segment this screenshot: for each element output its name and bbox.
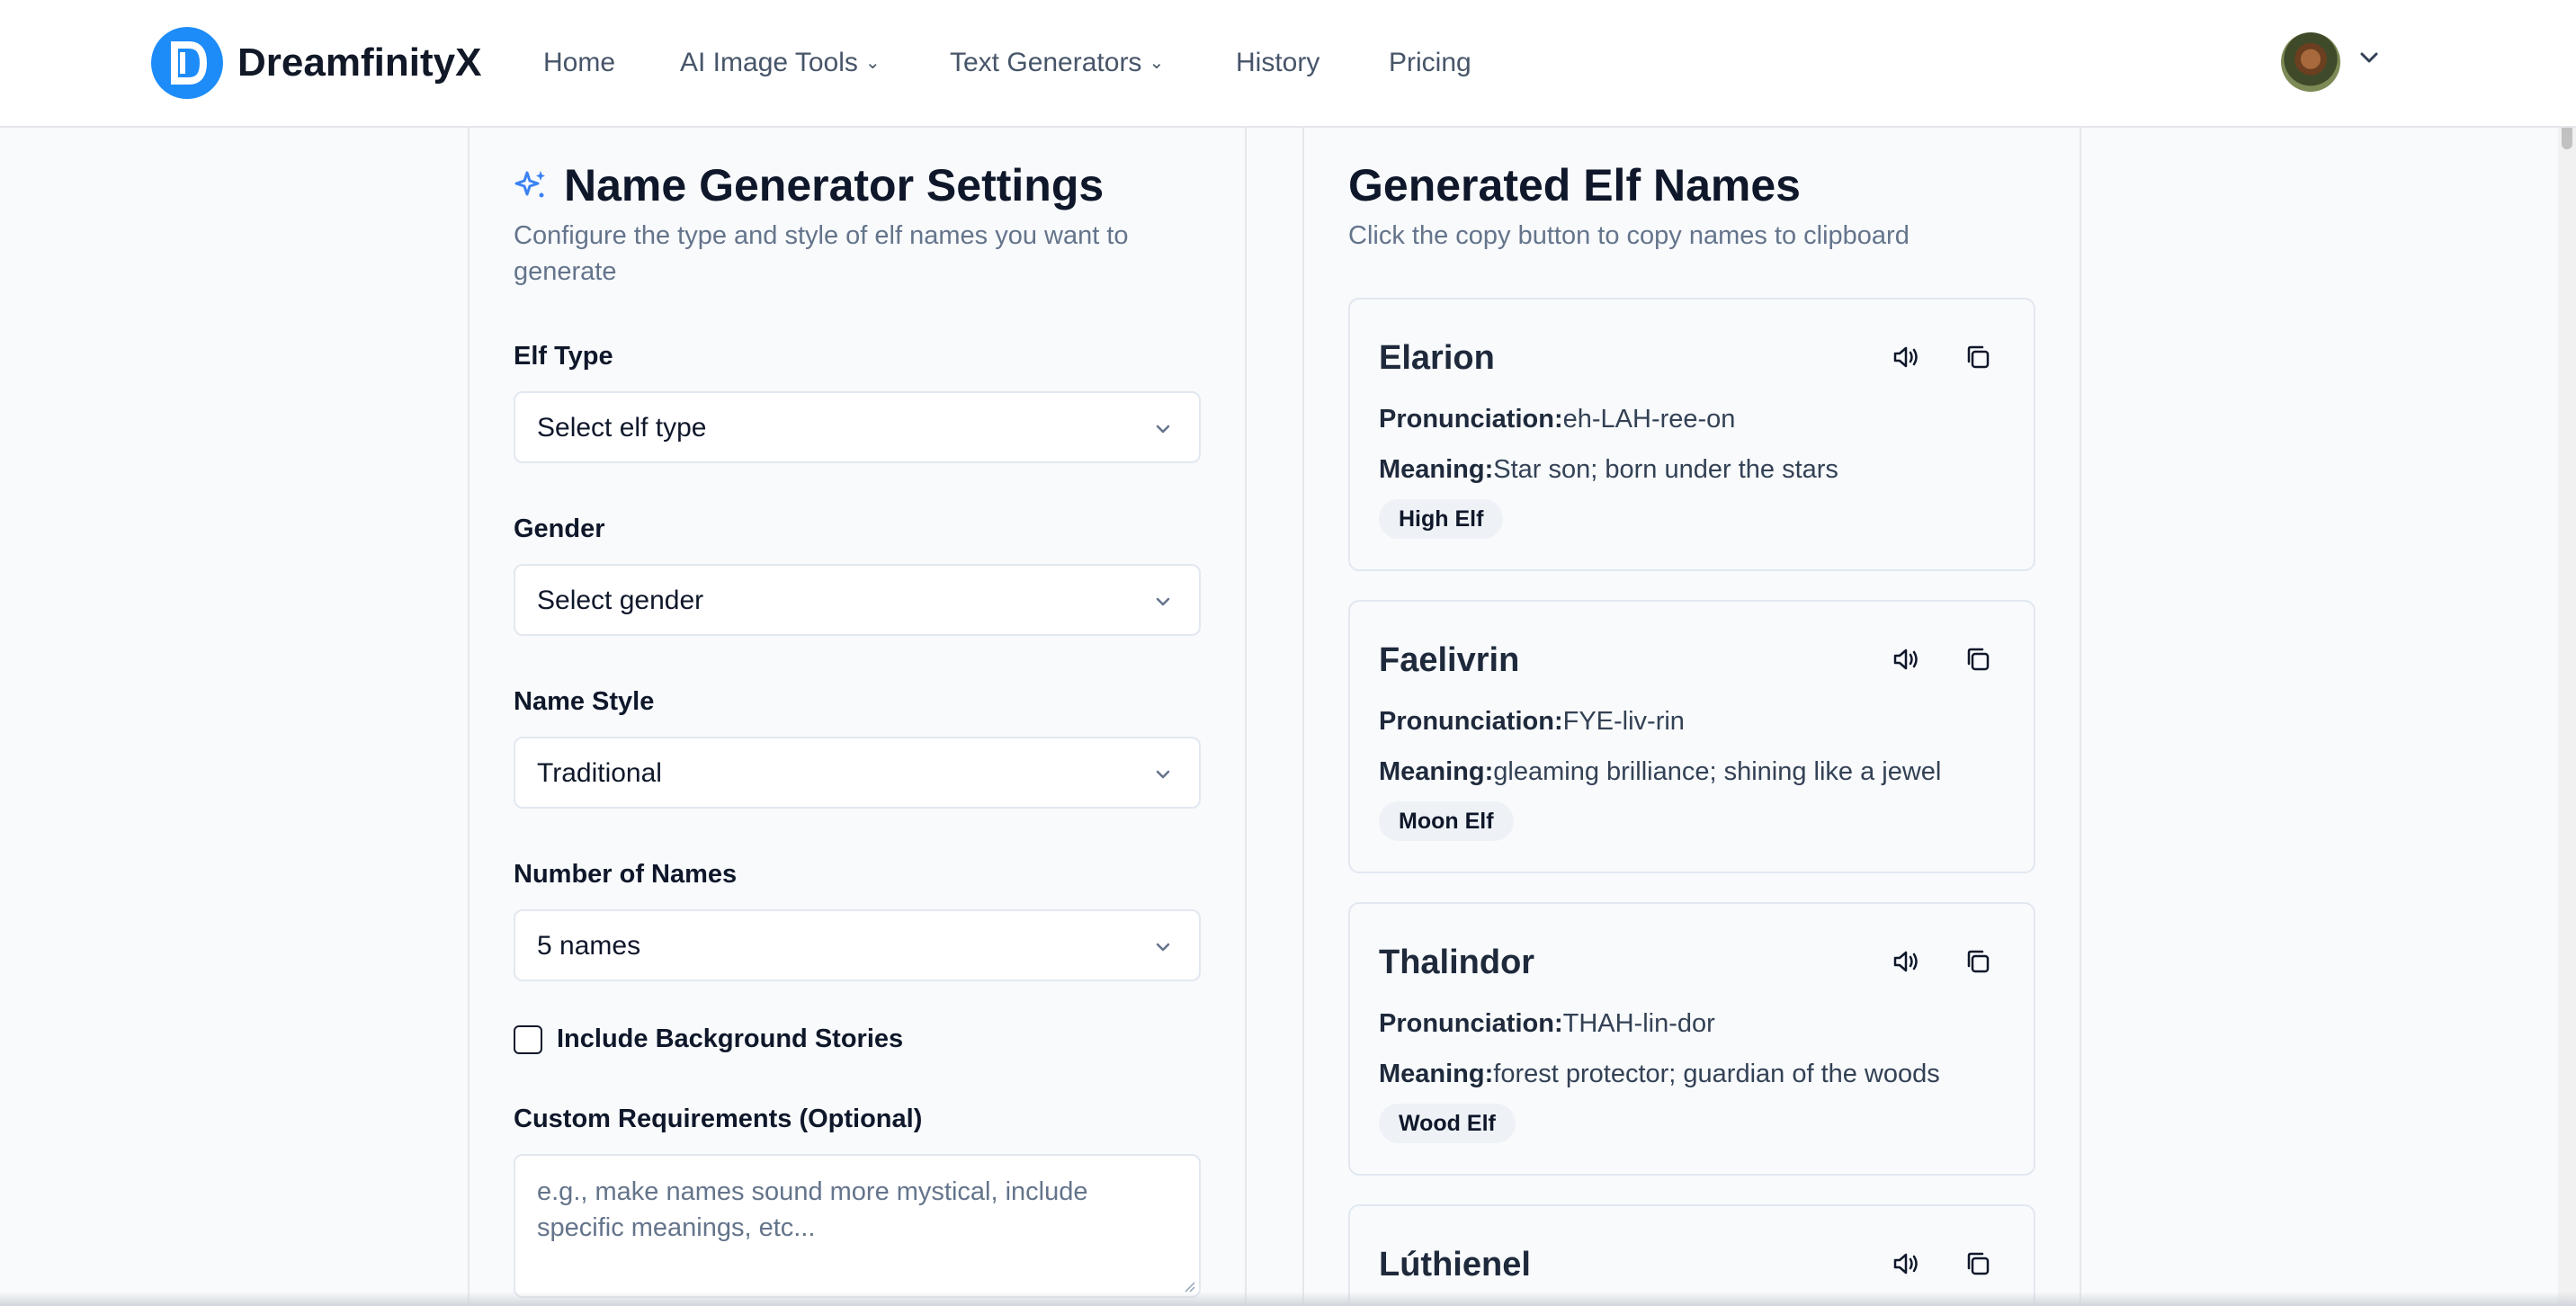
gender-label: Gender <box>514 514 605 543</box>
number-of-names-select[interactable]: 5 names <box>514 909 1201 981</box>
elf-type-value: Select elf type <box>537 413 707 443</box>
name-style-label: Name Style <box>514 687 655 716</box>
speaker-icon[interactable] <box>1890 1248 1922 1280</box>
nav-home[interactable]: Home <box>543 45 615 81</box>
meaning-value: gleaming brilliance; shining like a jewe… <box>1493 757 1942 786</box>
copy-icon[interactable] <box>1962 945 1994 978</box>
settings-description: Configure the type and style of elf name… <box>514 221 1129 286</box>
elf-name: Faelivrin <box>1379 641 1520 679</box>
pronunciation-value: THAH-lin-dor <box>1562 1009 1715 1038</box>
copy-icon[interactable] <box>1962 643 1994 675</box>
nav-history-label: History <box>1236 48 1320 77</box>
top-navigation-bar: DreamfinityX Home AI Image Tools ⌄ Text G… <box>0 0 2576 128</box>
meaning-value: Star son; born under the stars <box>1493 455 1838 484</box>
number-of-names-value: 5 names <box>537 931 641 961</box>
copy-icon[interactable] <box>1962 341 1994 373</box>
elf-type-badge: Moon Elf <box>1379 801 1514 841</box>
background-stories-label[interactable]: Include Background Stories <box>557 1022 903 1056</box>
pronunciation-line: Pronunciation:THAH-lin-dor <box>1379 1006 1715 1041</box>
sparkles-icon <box>514 171 545 198</box>
custom-requirements-placeholder: e.g., make names sound more mystical, in… <box>537 1177 1088 1242</box>
resize-handle-icon[interactable] <box>1181 1278 1195 1293</box>
chevron-down-icon <box>1156 425 1170 434</box>
background-stories-checkbox[interactable] <box>514 1025 542 1054</box>
nav-text-generators-label: Text Generators <box>950 48 1142 77</box>
elf-name: Lúthienel <box>1379 1246 1531 1284</box>
name-card: Elarion Pronunciation:eh-LAH-ree-on Mean… <box>1348 298 2035 571</box>
meaning-key: Meaning: <box>1379 455 1494 484</box>
user-avatar[interactable] <box>2281 32 2340 92</box>
gender-value: Select gender <box>537 586 704 615</box>
pronunciation-key: Pronunciation: <box>1379 405 1563 434</box>
speaker-icon[interactable] <box>1890 945 1922 978</box>
pronunciation-key: Pronunciation: <box>1379 707 1563 736</box>
number-of-names-label: Number of Names <box>514 860 738 889</box>
nav-text-generators[interactable]: Text Generators ⌄ <box>950 45 1164 84</box>
elf-type-select[interactable]: Select elf type <box>514 391 1201 463</box>
meaning-key: Meaning: <box>1379 757 1494 786</box>
settings-title: Name Generator Settings <box>564 160 1105 210</box>
chevron-down-icon[interactable] <box>2357 45 2382 70</box>
logo-icon[interactable] <box>151 27 223 99</box>
elf-type-label: Elf Type <box>514 342 613 371</box>
nav-history[interactable]: History <box>1236 45 1319 81</box>
pronunciation-line: Pronunciation:eh-LAH-ree-on <box>1379 402 1735 436</box>
meaning-line: Meaning:Star son; born under the stars <box>1379 452 1838 487</box>
pronunciation-key: Pronunciation: <box>1379 1009 1563 1038</box>
pronunciation-line: Pronunciation:FYE-liv-rin <box>1379 704 1685 738</box>
nav-home-label: Home <box>543 48 616 77</box>
chevron-down-icon: ⌄ <box>864 53 881 73</box>
name-style-select[interactable]: Traditional <box>514 737 1201 809</box>
elf-type-badge: High Elf <box>1379 499 1504 539</box>
bottom-shadow <box>0 1292 2576 1306</box>
name-card: Faelivrin Pronunciation:FYE-liv-rin Mean… <box>1348 600 2035 873</box>
page-scrollbar[interactable] <box>2558 0 2576 1306</box>
gender-select[interactable]: Select gender <box>514 564 1201 636</box>
pronunciation-value: FYE-liv-rin <box>1562 707 1685 736</box>
custom-requirements-textarea[interactable]: e.g., make names sound more mystical, in… <box>514 1154 1201 1298</box>
meaning-line: Meaning:forest protector; guardian of th… <box>1379 1057 1940 1091</box>
custom-requirements-label: Custom Requirements (Optional) <box>514 1105 923 1133</box>
nav-pricing-label: Pricing <box>1389 48 1471 77</box>
chevron-down-icon: ⌄ <box>1149 53 1165 73</box>
pronunciation-value: eh-LAH-ree-on <box>1562 405 1736 434</box>
brand-name[interactable]: DreamfinityX <box>237 40 481 86</box>
nav-ai-image-tools-label: AI Image Tools <box>680 48 858 77</box>
chevron-down-icon <box>1156 943 1170 952</box>
elf-name: Thalindor <box>1379 944 1535 981</box>
chevron-down-icon <box>1156 597 1170 606</box>
results-description: Click the copy button to copy names to c… <box>1348 221 1910 250</box>
name-style-value: Traditional <box>537 758 662 788</box>
elf-type-badge: Wood Elf <box>1379 1104 1516 1143</box>
results-title: Generated Elf Names <box>1348 160 1801 210</box>
meaning-key: Meaning: <box>1379 1060 1494 1088</box>
nav-pricing[interactable]: Pricing <box>1389 45 1471 81</box>
meaning-value: forest protector; guardian of the woods <box>1493 1060 1940 1088</box>
name-card: Thalindor Pronunciation:THAH-lin-dor Mea… <box>1348 902 2035 1176</box>
chevron-down-icon <box>1156 770 1170 779</box>
speaker-icon[interactable] <box>1890 341 1922 373</box>
nav-ai-image-tools[interactable]: AI Image Tools ⌄ <box>680 45 881 84</box>
copy-icon[interactable] <box>1962 1248 1994 1280</box>
speaker-icon[interactable] <box>1890 643 1922 675</box>
meaning-line: Meaning:gleaming brilliance; shining lik… <box>1379 755 1941 789</box>
elf-name: Elarion <box>1379 339 1495 377</box>
